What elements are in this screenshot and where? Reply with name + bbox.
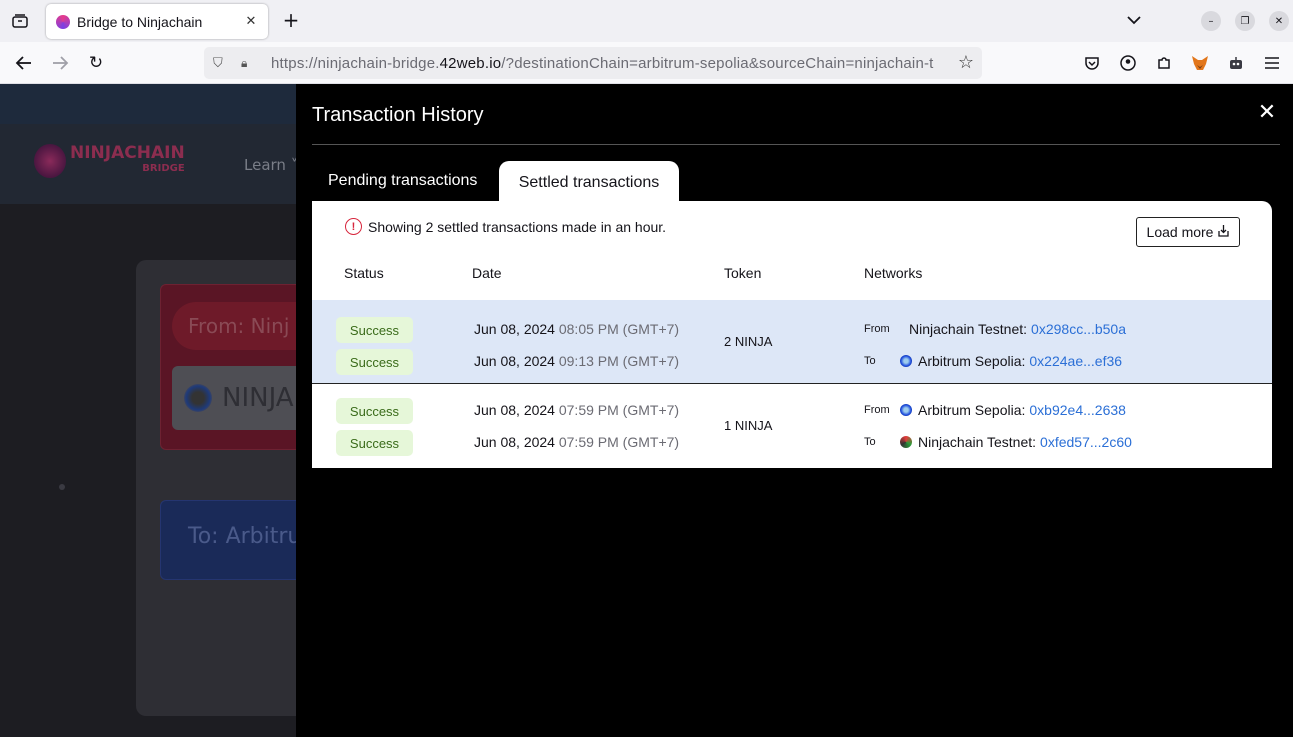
tab-overview-icon[interactable] <box>8 9 32 33</box>
ninjachain-favicon-icon <box>56 14 70 29</box>
extensions-icon[interactable] <box>1152 52 1176 74</box>
date-day: Jun 08, 2024 <box>474 321 555 337</box>
column-date: Date <box>472 265 502 281</box>
token-label: NINJA <box>222 383 294 413</box>
chain-name: Arbitrum Sepolia: <box>918 353 1026 369</box>
tx-hash-link[interactable]: 0x224ae...ef36 <box>1029 353 1122 369</box>
date-from: Jun 08, 2024 07:59 PM (GMT+7) <box>474 402 679 418</box>
reload-icon[interactable]: ↻ <box>84 52 108 74</box>
browser-tabbar: Bridge to Ninjachain ✕ + – ❐ ✕ <box>0 0 1293 42</box>
date-day: Jun 08, 2024 <box>474 402 555 418</box>
tx-hash-link[interactable]: 0x298cc...b50a <box>1031 321 1126 337</box>
tx-hash-link[interactable]: 0xfed57...2c60 <box>1040 434 1132 450</box>
from-label: From <box>864 323 890 335</box>
date-to: Jun 08, 2024 09:13 PM (GMT+7) <box>474 353 679 369</box>
transaction-history-modal: Transaction History ✕ Pending transactio… <box>296 84 1293 737</box>
date-time: 07:59 PM (GMT+7) <box>558 402 680 418</box>
decor-dot <box>59 484 65 490</box>
table-row[interactable]: Success Success Jun 08, 2024 08:05 PM (G… <box>312 300 1272 384</box>
restore-icon[interactable]: ❐ <box>1235 11 1255 31</box>
tab-pending-transactions[interactable]: Pending transactions <box>312 161 498 201</box>
tx-hash-link[interactable]: 0xb92e4...2638 <box>1029 402 1126 418</box>
new-tab-icon[interactable]: + <box>279 9 303 33</box>
status-badge: Success <box>336 430 413 456</box>
close-tab-icon[interactable]: ✕ <box>242 14 260 29</box>
url-prefix: https://ninjachain-bridge. <box>271 54 440 72</box>
ninjachain-logo-icon <box>34 144 66 178</box>
download-icon <box>1218 224 1230 240</box>
back-icon[interactable] <box>12 52 36 74</box>
date-from: Jun 08, 2024 08:05 PM (GMT+7) <box>474 321 679 337</box>
pocket-icon[interactable] <box>1080 52 1104 74</box>
status-badge: Success <box>336 317 413 343</box>
to-label: To <box>864 436 876 448</box>
alert-circle-icon: ! <box>345 218 362 235</box>
from-label: From <box>864 404 890 416</box>
load-more-button[interactable]: Load more <box>1136 217 1240 247</box>
url-bar[interactable]: ⛉ 🔒︎ https://ninjachain-bridge.42web.io/… <box>204 47 982 79</box>
minimize-icon[interactable]: – <box>1201 11 1221 31</box>
date-time: 09:13 PM (GMT+7) <box>558 353 680 369</box>
status-badge: Success <box>336 398 413 424</box>
network-from: From Ninjachain Testnet: 0x298cc...b50a <box>864 321 1126 337</box>
date-day: Jun 08, 2024 <box>474 434 555 450</box>
account-icon[interactable] <box>1116 52 1140 74</box>
column-status: Status <box>344 265 384 281</box>
to-chain-select[interactable]: To: Arbitru <box>174 510 315 563</box>
network-to: To Ninjachain Testnet: 0xfed57...2c60 <box>864 434 1132 450</box>
chain-name: Arbitrum Sepolia: <box>918 402 1026 418</box>
divider <box>312 144 1280 145</box>
column-token: Token <box>724 265 762 281</box>
notice: ! Showing 2 settled transactions made in… <box>345 218 666 235</box>
url-host: 42web.io <box>439 54 502 72</box>
forward-icon[interactable] <box>48 52 72 74</box>
robot-extension-icon[interactable] <box>1224 52 1248 74</box>
column-networks: Networks <box>864 265 923 281</box>
date-to: Jun 08, 2024 07:59 PM (GMT+7) <box>474 434 679 450</box>
browser-navbar: ↻ ⛉ 🔒︎ https://ninjachain-bridge.42web.i… <box>0 42 1293 84</box>
date-time: 08:05 PM (GMT+7) <box>558 321 680 337</box>
tab-settled-transactions[interactable]: Settled transactions <box>499 161 679 205</box>
token-amount: 2 NINJA <box>724 334 773 349</box>
network-from: From Arbitrum Sepolia: 0xb92e4...2638 <box>864 402 1126 418</box>
lock-icon[interactable]: 🔒︎ <box>241 56 257 71</box>
chevron-down-icon[interactable] <box>1124 10 1144 30</box>
close-icon[interactable]: ✕ <box>1257 102 1277 124</box>
nav-learn[interactable]: Learn ˅ <box>244 156 298 174</box>
bookmark-star-icon[interactable]: ☆ <box>958 52 974 73</box>
page-top-strip <box>0 84 300 124</box>
url-text[interactable]: https://ninjachain-bridge.42web.io/?dest… <box>271 55 951 72</box>
nav-learn-label: Learn <box>244 156 286 174</box>
date-day: Jun 08, 2024 <box>474 353 555 369</box>
browser-tab[interactable]: Bridge to Ninjachain ✕ <box>46 4 268 39</box>
tab-title: Bridge to Ninjachain <box>77 13 203 30</box>
logo-text: NINJACHAIN <box>70 143 185 163</box>
modal-title: Transaction History <box>312 104 484 126</box>
ninjachain-icon <box>900 436 912 448</box>
status-badge: Success <box>336 349 413 375</box>
ninjachain-logo[interactable]: NINJACHAIN BRIDGE <box>34 144 185 178</box>
chain-name: Ninjachain Testnet: <box>918 434 1037 450</box>
table-row[interactable]: Success Success Jun 08, 2024 07:59 PM (G… <box>312 384 1272 468</box>
date-time: 07:59 PM (GMT+7) <box>558 434 680 450</box>
shield-icon[interactable]: ⛉ <box>213 56 229 71</box>
settled-transactions-panel: ! Showing 2 settled transactions made in… <box>312 201 1272 468</box>
close-window-icon[interactable]: ✕ <box>1269 11 1289 31</box>
logo-wordmark: NINJACHAIN BRIDGE <box>70 143 185 176</box>
network-to: To Arbitrum Sepolia: 0x224ae...ef36 <box>864 353 1122 369</box>
menu-hamburger-icon[interactable] <box>1260 52 1284 74</box>
chain-name: Ninjachain Testnet: <box>909 321 1028 337</box>
to-label: To <box>864 355 876 367</box>
arbitrum-icon <box>900 404 912 416</box>
arbitrum-icon <box>900 355 912 367</box>
token-amount: 1 NINJA <box>724 418 773 433</box>
url-suffix: /?destinationChain=arbitrum-sepolia&sour… <box>501 54 934 72</box>
notice-text: Showing 2 settled transactions made in a… <box>368 218 667 235</box>
metamask-icon[interactable] <box>1188 52 1212 74</box>
load-more-label: Load more <box>1146 224 1214 240</box>
logo-sub: BRIDGE <box>142 163 185 174</box>
ninja-token-icon <box>184 384 212 412</box>
